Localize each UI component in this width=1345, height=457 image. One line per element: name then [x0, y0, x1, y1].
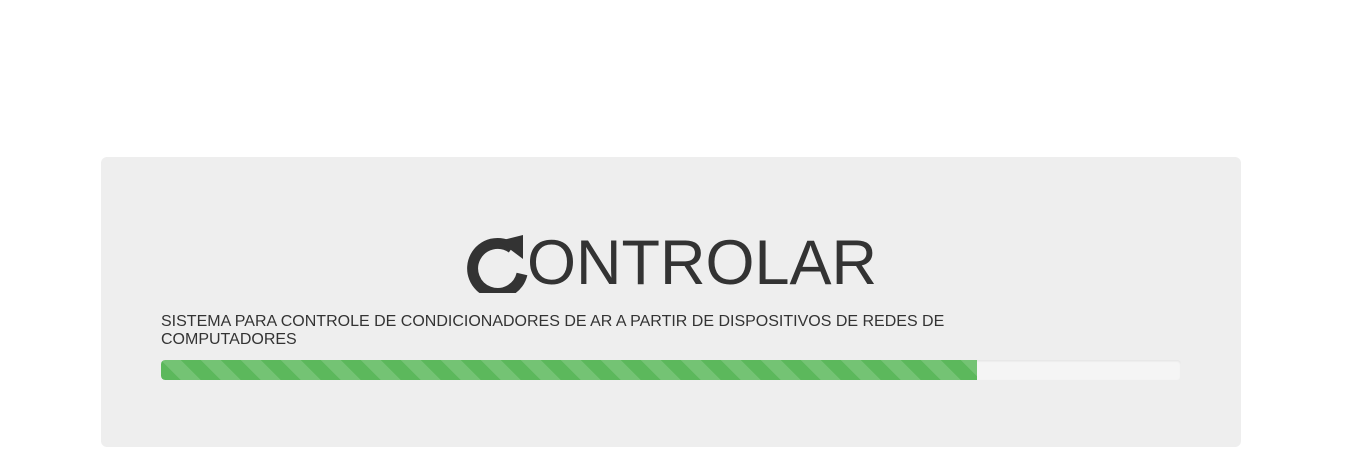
brand-title: ONTROLAR	[526, 228, 878, 298]
progress-bar-fill	[161, 360, 977, 380]
subtitle-text: SISTEMA PARA CONTROLE DE CONDICIONADORES…	[161, 313, 945, 348]
refresh-icon	[465, 227, 529, 293]
loading-progress	[161, 360, 1181, 380]
jumbotron-panel: ONTROLAR SISTEMA PARA CONTROLE DE CONDIC…	[101, 157, 1241, 447]
brand-heading: ONTROLAR	[101, 223, 1241, 295]
